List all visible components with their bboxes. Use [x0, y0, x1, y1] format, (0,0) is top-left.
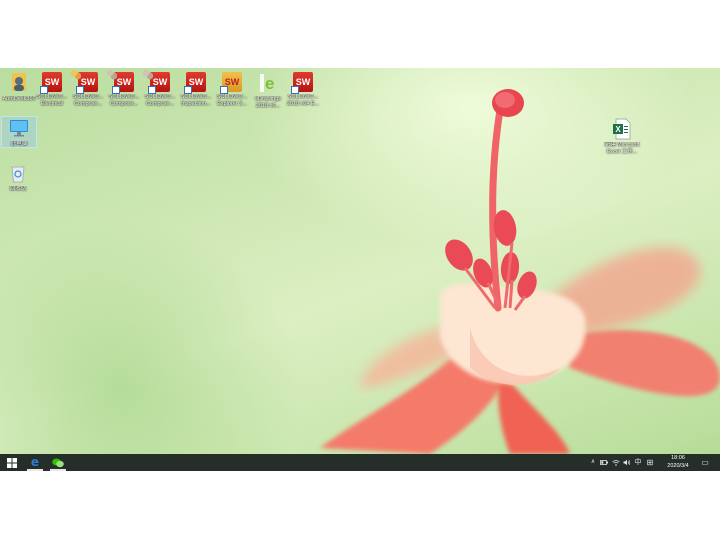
- start-button[interactable]: [4, 454, 20, 471]
- icon-label: SOLIDWO... Compose...: [108, 94, 140, 107]
- solidworks-inspection-icon: SW: [184, 72, 206, 94]
- desktop-icon-solidworks-composer-3[interactable]: SW SOLIDWO... Compose...: [142, 70, 178, 107]
- recycle-bin-icon: [7, 162, 29, 184]
- battery-icon[interactable]: [599, 454, 609, 471]
- desktop-icon-solidworks-inspection[interactable]: SW SOLIDWO... Inspection...: [178, 72, 214, 107]
- clock-time: 18:06: [671, 455, 685, 461]
- windows-logo-icon: [7, 457, 17, 468]
- icon-label: SOLIDWO... Compose...: [144, 94, 176, 107]
- autodesk-icon: [8, 72, 30, 94]
- taskbar: e ∧ 中 ⊞ 18:06 2020/3/4 ▭: [0, 454, 720, 471]
- desktop-icon-solidworks-electrical[interactable]: SW SOLIDWO... Electrical: [34, 72, 70, 107]
- network-icon[interactable]: [611, 454, 621, 471]
- edrawings-icon: e: [257, 72, 279, 94]
- ime-indicator[interactable]: 中: [633, 454, 643, 471]
- solidworks-composer-icon-3: SW: [143, 70, 170, 94]
- solidworks-composer-icon: SW: [71, 70, 98, 94]
- solidworks-electrical-icon: SW: [40, 72, 62, 94]
- icon-label: SOLIDWO... 2018 x64 E...: [286, 94, 320, 107]
- edge-icon: e: [30, 455, 40, 469]
- volume-icon[interactable]: [622, 454, 632, 471]
- edrawings-letter: e: [265, 74, 274, 93]
- icon-label: 此电脑: [10, 141, 28, 147]
- solidworks-composer-icon-2: SW: [107, 70, 134, 94]
- desktop-icon-edrawings[interactable]: e eDrawings 2018 x6...: [250, 72, 286, 109]
- excel-icon: X: [611, 118, 633, 140]
- icon-label: SOLIDWO... Electrical: [36, 94, 68, 107]
- desktop-icon-autodesk[interactable]: AutoDesk360: [1, 72, 37, 103]
- desktop-icon-solidworks-composer-2[interactable]: SW SOLIDWO... Compose...: [106, 70, 142, 107]
- desktop-icon-solidworks-explorer[interactable]: SW SOLIDWO... Explorer 2...: [214, 72, 250, 107]
- clock[interactable]: 18:06 2020/3/4: [660, 455, 696, 470]
- icon-label: SOLIDWO... Compose...: [72, 94, 104, 107]
- svg-text:X: X: [615, 125, 621, 134]
- desktop-icon-solidworks-2018[interactable]: SW SOLIDWO... 2018 x64 E...: [285, 72, 321, 107]
- icon-label: AutoDesk360: [2, 96, 36, 102]
- keyboard-layout-icon[interactable]: ⊞: [645, 454, 655, 471]
- tray-overflow-chevron-icon[interactable]: ∧: [589, 454, 597, 471]
- monitor-icon: [8, 117, 30, 139]
- icon-label: eDrawings 2018 x6...: [255, 96, 281, 109]
- icon-label: 新建 Microsoft Excel 工作...: [604, 142, 640, 155]
- wechat-icon: [52, 458, 64, 467]
- clock-date: 2020/3/4: [667, 462, 689, 469]
- solidworks-explorer-icon: SW: [220, 72, 242, 94]
- icon-label: 回收站: [9, 186, 27, 192]
- notification-center-icon[interactable]: ▭: [699, 454, 711, 471]
- desktop-icon-solidworks-composer[interactable]: SW SOLIDWO... Compose...: [70, 70, 106, 107]
- desktop-icon-this-pc[interactable]: 此电脑: [1, 116, 37, 148]
- icon-label: SOLIDWO... Explorer 2...: [216, 94, 248, 107]
- edge-taskbar-button[interactable]: e: [27, 454, 43, 471]
- solidworks-2018-icon: SW: [291, 72, 313, 94]
- desktop-icon-recycle-bin[interactable]: 回收站: [0, 162, 36, 193]
- wechat-taskbar-button[interactable]: [50, 454, 66, 471]
- desktop-screen: AutoDesk360 SW SOLIDWO... Electrical SW …: [0, 68, 720, 471]
- desktop-icon-excel-file[interactable]: X 新建 Microsoft Excel 工作...: [602, 118, 642, 155]
- icon-label: SOLIDWO... Inspection...: [180, 94, 212, 107]
